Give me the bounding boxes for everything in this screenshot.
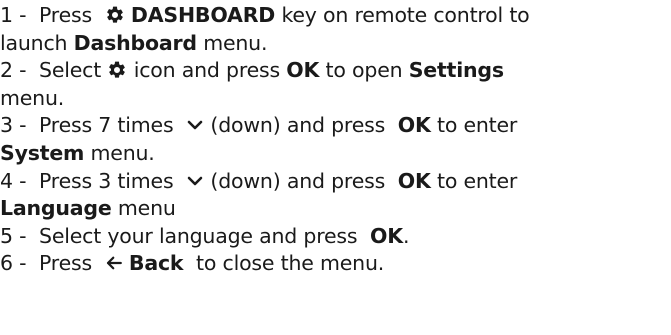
- step-text: menu.: [90, 140, 155, 165]
- menu-label: Settings: [408, 58, 504, 83]
- menu-label: Language: [0, 196, 112, 221]
- arrow-left-icon: [105, 254, 123, 272]
- key-label: DASHBOARD: [130, 3, 276, 27]
- step-text: Press 3 times: [39, 168, 174, 193]
- step-5-line-1: 5 - Select your language and press OK.: [0, 223, 671, 251]
- step-text: Select your language and press: [39, 223, 358, 248]
- step-number: 4 -: [0, 168, 27, 193]
- step-text: menu.: [203, 30, 268, 55]
- step-text: to close the menu.: [196, 251, 385, 276]
- menu-label: Dashboard: [73, 30, 197, 55]
- step-text: menu.: [0, 85, 65, 110]
- step-number: 2 -: [0, 58, 27, 83]
- step-text: .: [402, 223, 410, 248]
- step-number: 3 -: [0, 113, 27, 138]
- step-3-line-1: 3 - Press 7 times (down) and press OK to…: [0, 112, 671, 140]
- key-label: OK: [397, 113, 431, 138]
- step-3-line-2: System menu.: [0, 140, 671, 168]
- key-label: OK: [397, 168, 431, 193]
- chevron-down-icon: [186, 116, 204, 134]
- step-number: 6 -: [0, 251, 27, 276]
- step-text: to enter: [436, 168, 518, 193]
- step-text: Select: [39, 58, 102, 83]
- step-text: to enter: [436, 113, 518, 138]
- step-2-line-2: menu.: [0, 85, 671, 113]
- gear-icon: [107, 60, 127, 80]
- step-6-line-1: 6 - Press Back to close the menu.: [0, 250, 671, 278]
- step-4-line-2: Language menu: [0, 195, 671, 223]
- chevron-down-icon: [186, 172, 204, 190]
- step-text: (down) and press: [210, 113, 386, 138]
- key-label: Back: [128, 251, 184, 276]
- step-text: Press: [39, 251, 92, 276]
- step-text: key on remote control to: [281, 3, 530, 27]
- step-text: menu: [117, 196, 176, 221]
- step-4-line-1: 4 - Press 3 times (down) and press OK to…: [0, 168, 671, 196]
- step-number: 1 -: [0, 3, 27, 27]
- step-1-line-1: 1 - Press DASHBOARD key on remote contro…: [0, 2, 671, 30]
- step-text: (down) and press: [210, 168, 386, 193]
- step-text: icon and press: [133, 58, 280, 83]
- step-1-line-2: launch Dashboard menu.: [0, 30, 671, 58]
- gear-icon: [105, 5, 125, 25]
- step-text: to open: [325, 58, 403, 83]
- step-text: launch: [0, 30, 68, 55]
- key-label: OK: [370, 223, 403, 248]
- menu-label: System: [0, 140, 85, 165]
- step-number: 5 -: [0, 223, 27, 248]
- step-2-line-1: 2 - Select icon and press OK to open Set…: [0, 57, 671, 85]
- instruction-list: 1 - Press DASHBOARD key on remote contro…: [0, 2, 671, 278]
- step-text: Press: [39, 3, 92, 27]
- step-text: Press 7 times: [39, 113, 174, 138]
- key-label: OK: [286, 58, 320, 83]
